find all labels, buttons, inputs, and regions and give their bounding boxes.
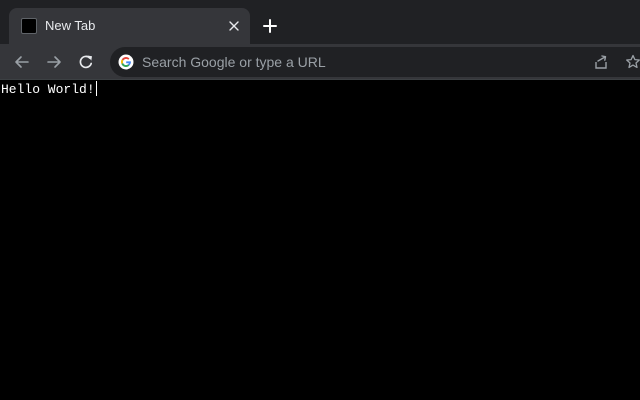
google-g-icon — [118, 54, 134, 70]
text-caret — [95, 81, 97, 96]
close-icon — [229, 21, 239, 31]
address-input[interactable] — [142, 52, 542, 72]
forward-button[interactable] — [41, 49, 67, 75]
share-button[interactable] — [590, 51, 612, 73]
back-button[interactable] — [9, 49, 35, 75]
blank-page-icon — [21, 18, 37, 34]
browser-window: New Tab Search Google or type a URL Hell… — [0, 0, 640, 400]
tab-close-button[interactable] — [224, 16, 244, 36]
toolbar — [0, 44, 640, 80]
new-tab-button[interactable] — [258, 14, 282, 38]
page-text: Hello World! — [1, 81, 97, 98]
reload-button[interactable] — [73, 49, 99, 75]
share-icon — [595, 55, 607, 69]
tab-title: New Tab — [45, 18, 96, 33]
arrow-right-icon — [47, 56, 61, 68]
hello-text: Hello World! — [1, 82, 95, 97]
bookmark-button[interactable] — [622, 51, 640, 73]
page-content[interactable]: Hello World! — [0, 80, 640, 400]
omnibox[interactable] — [110, 47, 640, 77]
tab-new-tab[interactable]: New Tab — [9, 8, 250, 44]
tab-strip: New Tab — [0, 0, 640, 44]
reload-icon — [79, 55, 93, 69]
arrow-left-icon — [15, 56, 29, 68]
plus-icon — [263, 19, 277, 33]
star-icon — [626, 54, 640, 69]
